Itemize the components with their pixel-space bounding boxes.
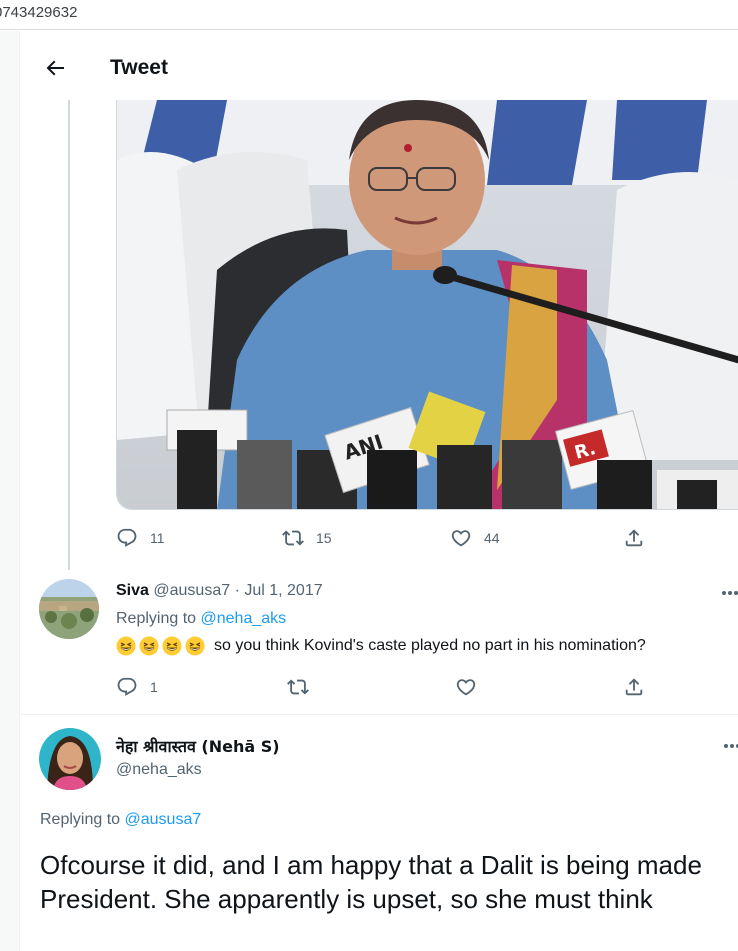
back-arrow-icon[interactable] bbox=[43, 56, 67, 80]
grinning-squinting-face-icon bbox=[185, 636, 205, 656]
page-title: Tweet bbox=[110, 56, 168, 79]
reply-icon bbox=[117, 677, 137, 696]
retweet-action[interactable]: 15 bbox=[282, 527, 332, 549]
browser-url-bar[interactable]: 0743429632 bbox=[0, 0, 738, 30]
grinning-squinting-face-icon bbox=[162, 636, 182, 656]
avatar-landscape-image bbox=[39, 579, 99, 639]
replying-to-label: Replying to bbox=[116, 610, 197, 627]
retweet-icon bbox=[282, 530, 304, 546]
reply-action[interactable]: 11 bbox=[116, 527, 165, 549]
focused-tweet: नेहा श्रीवास्तव (Nehā S) @neha_aks Reply… bbox=[21, 716, 738, 951]
share-action[interactable] bbox=[623, 527, 645, 549]
more-options-icon[interactable] bbox=[723, 743, 738, 749]
reply-action[interactable]: 1 bbox=[116, 676, 158, 698]
author-name[interactable]: नेहा श्रीवास्तव (Nehā S) bbox=[116, 735, 280, 757]
author-handle[interactable]: @neha_aks bbox=[116, 761, 202, 779]
reply-icon bbox=[117, 528, 137, 547]
replying-to: Replying to @aususa7 bbox=[40, 811, 201, 829]
left-gutter bbox=[0, 31, 20, 951]
retweet-action[interactable] bbox=[287, 676, 309, 698]
replying-to-mention[interactable]: @neha_aks bbox=[201, 610, 287, 627]
avatar[interactable] bbox=[39, 728, 101, 790]
press-conference-photo: ANI R. bbox=[117, 100, 738, 509]
tweet-text: Ofcourse it did, and I am happy that a D… bbox=[40, 850, 702, 914]
author-line: Siva @aususa7 · Jul 1, 2017 bbox=[116, 582, 323, 600]
like-action[interactable]: 44 bbox=[450, 527, 500, 549]
tweet-date[interactable]: · Jul 1, 2017 bbox=[235, 582, 323, 599]
reply-tweet[interactable]: Siva @aususa7 · Jul 1, 2017 Replying to … bbox=[21, 575, 738, 715]
share-icon bbox=[625, 678, 643, 696]
more-options-icon[interactable] bbox=[721, 590, 738, 596]
retweet-icon bbox=[287, 679, 309, 695]
url-text[interactable]: 0743429632 bbox=[0, 4, 77, 21]
thread-connector-line bbox=[68, 100, 70, 570]
share-icon bbox=[625, 529, 643, 547]
grinning-squinting-face-icon bbox=[116, 636, 136, 656]
heart-icon bbox=[456, 679, 476, 696]
share-action[interactable] bbox=[623, 676, 645, 698]
author-handle[interactable]: @aususa7 bbox=[153, 582, 230, 599]
reply-count: 1 bbox=[150, 679, 158, 695]
retweet-count: 15 bbox=[316, 530, 332, 546]
like-action[interactable] bbox=[455, 676, 477, 698]
heart-icon bbox=[451, 530, 471, 547]
tweet-text-body: so you think Kovind's caste played no pa… bbox=[214, 637, 646, 654]
replying-to: Replying to @neha_aks bbox=[116, 610, 286, 628]
author-name[interactable]: Siva bbox=[116, 582, 149, 599]
tweet-text: so you think Kovind's caste played no pa… bbox=[116, 636, 646, 656]
avatar[interactable] bbox=[39, 579, 99, 639]
tweet-media-image[interactable]: ANI R. bbox=[116, 100, 738, 510]
avatar-portrait-image bbox=[39, 728, 101, 790]
grinning-squinting-face-icon bbox=[139, 636, 159, 656]
reply-count: 11 bbox=[150, 530, 165, 546]
tweet-header: Tweet bbox=[21, 36, 738, 100]
replying-to-mention[interactable]: @aususa7 bbox=[125, 811, 202, 828]
like-count: 44 bbox=[484, 530, 500, 546]
replying-to-label: Replying to bbox=[40, 811, 121, 828]
